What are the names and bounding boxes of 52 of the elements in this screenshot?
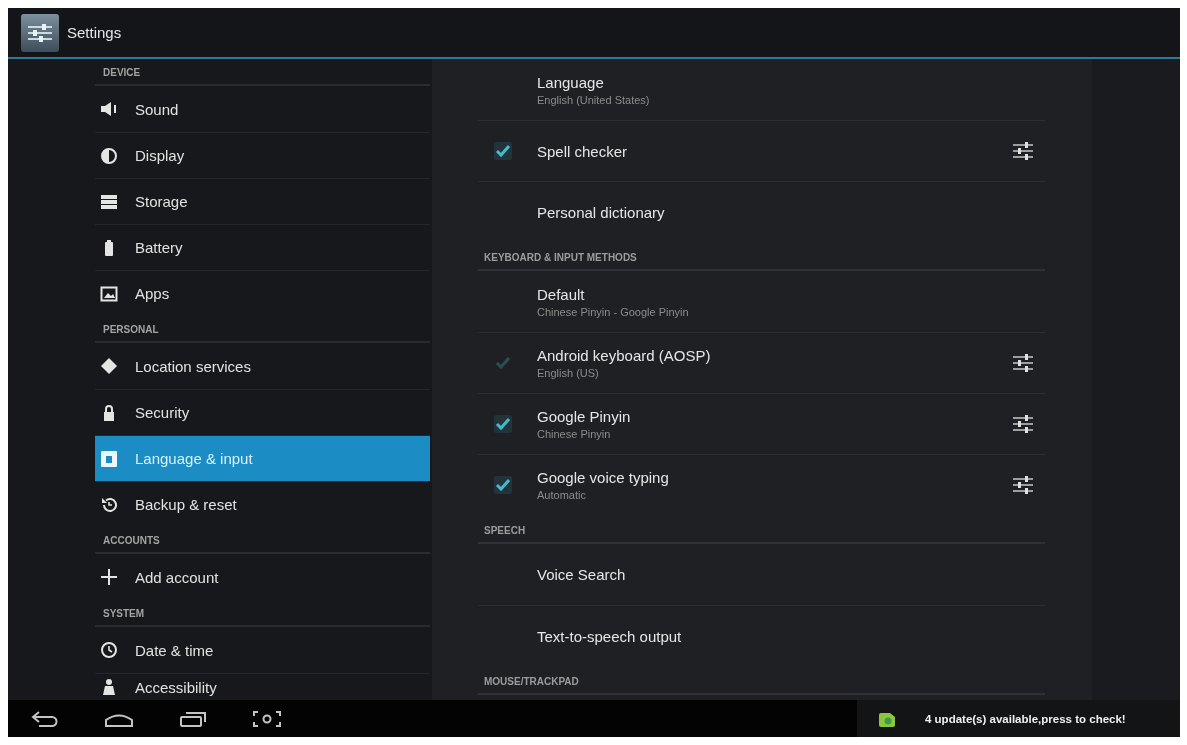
section-header: SPEECH	[478, 515, 1045, 544]
sliders-icon[interactable]	[1012, 352, 1034, 374]
sidebar-item[interactable]: Location services	[95, 343, 430, 389]
sidebar-item[interactable]: Add account	[95, 554, 430, 600]
checkbox[interactable]	[493, 141, 513, 161]
setting-summary: Chinese Pinyin	[537, 428, 611, 440]
setting-title[interactable]: Default	[537, 285, 585, 303]
setting-title[interactable]: Language	[537, 73, 604, 91]
back-icon[interactable]	[30, 710, 60, 727]
tile-icon	[100, 449, 118, 468]
notification-button[interactable]: 4 update(s) available,press to check!	[857, 700, 1180, 737]
plus-icon	[100, 568, 118, 586]
sidebar-item[interactable]: Display	[95, 132, 430, 178]
section-header: SYSTEM	[95, 600, 430, 627]
sliders-icon[interactable]	[1012, 413, 1034, 435]
setting-title[interactable]: Text-to-speech output	[537, 627, 682, 645]
setting-summary: Automatic	[537, 489, 586, 501]
section-header: PERSONAL	[95, 316, 430, 343]
person-icon	[100, 678, 118, 696]
sidebar-item[interactable]: Sound	[95, 86, 430, 132]
recents-icon[interactable]	[178, 710, 208, 727]
setting-title[interactable]: Spell checker	[537, 142, 628, 160]
sidebar-item[interactable]: Backup & reset	[95, 481, 430, 527]
setting-title[interactable]: Voice Search	[537, 566, 626, 583]
sliders-icon[interactable]	[1012, 140, 1034, 162]
sliders-icon[interactable]	[1012, 474, 1034, 496]
diamond-icon	[100, 357, 118, 375]
setting-title[interactable]: Personal dictionary	[537, 203, 665, 221]
window-title: Settings	[67, 24, 122, 41]
settings-icon[interactable]	[20, 12, 60, 53]
checkbox[interactable]	[493, 475, 513, 495]
storage-bars-icon	[100, 192, 118, 211]
sidebar-item[interactable]: Apps	[95, 270, 430, 316]
sidebar-item[interactable]: Battery	[95, 224, 430, 270]
picture-tile-icon	[100, 284, 118, 303]
sidebar-item[interactable]: Storage	[95, 178, 430, 224]
setting-summary: English (US)	[537, 367, 599, 379]
setting-summary: Chinese Pinyin - Google Pinyin	[537, 305, 689, 318]
checkbox[interactable]	[493, 414, 513, 434]
setting-title[interactable]: Google voice typing	[537, 469, 669, 486]
section-header: MOUSE/TRACKPAD	[478, 666, 1045, 695]
speaker-icon	[100, 100, 118, 118]
clock-icon	[100, 641, 118, 659]
section-header: ACCOUNTS	[95, 527, 430, 554]
sidebar-item[interactable]: Date & time	[95, 627, 430, 673]
screenshot-icon[interactable]	[252, 710, 282, 727]
restore-icon	[100, 495, 118, 514]
section-header: KEYBOARD & INPUT METHODS	[478, 242, 1045, 271]
setting-summary: English (United States)	[537, 93, 650, 106]
setting-title[interactable]: Google Pinyin	[537, 408, 631, 425]
contrast-icon	[100, 146, 118, 165]
section-header: DEVICE	[95, 59, 430, 86]
